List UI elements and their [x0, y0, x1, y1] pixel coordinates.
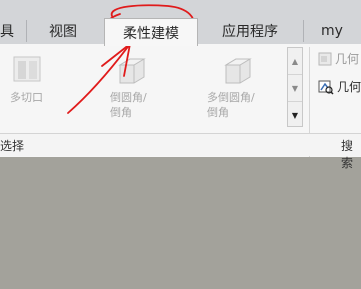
- tab-view[interactable]: 视图: [36, 18, 90, 44]
- geometry-button[interactable]: 几何: [318, 50, 359, 67]
- multi-round-chamfer-icon: [224, 58, 252, 84]
- tab-my[interactable]: my: [310, 18, 354, 44]
- scroll-down-arrow-icon[interactable]: ▼: [288, 75, 302, 102]
- geometry-search-icon: [318, 80, 334, 95]
- geometry-search-button[interactable]: 几何: [318, 78, 361, 95]
- tab-flexible-modeling[interactable]: 柔性建模: [104, 18, 198, 46]
- multi-round-chamfer-label: 多倒圆角/ 倒角: [207, 91, 255, 119]
- ribbon-group-labels: 选择 搜索: [0, 133, 361, 170]
- scroll-up-arrow-icon[interactable]: ▲: [288, 48, 302, 75]
- multi-cut-icon: [13, 56, 41, 82]
- tab-tools[interactable]: 具: [0, 18, 14, 44]
- round-chamfer-icon: [118, 58, 146, 84]
- tab-applications[interactable]: 应用程序: [206, 18, 294, 44]
- round-chamfer-label: 倒圆角/ 倒角: [110, 91, 147, 119]
- ribbon-gallery-scrollbar[interactable]: ▲ ▼ ▼: [287, 47, 303, 127]
- gallery-expand-icon[interactable]: ▼: [288, 102, 302, 128]
- geometry-icon: [318, 52, 332, 65]
- multi-cut-label: 多切口: [10, 91, 43, 104]
- group-label-select: 选择: [0, 139, 25, 153]
- ribbon-tab-bar: 具 视图 柔性建模 应用程序 my: [0, 0, 361, 46]
- group-label-search: 搜索: [341, 139, 354, 170]
- tab-divider: [303, 20, 304, 42]
- tab-divider: [26, 20, 27, 42]
